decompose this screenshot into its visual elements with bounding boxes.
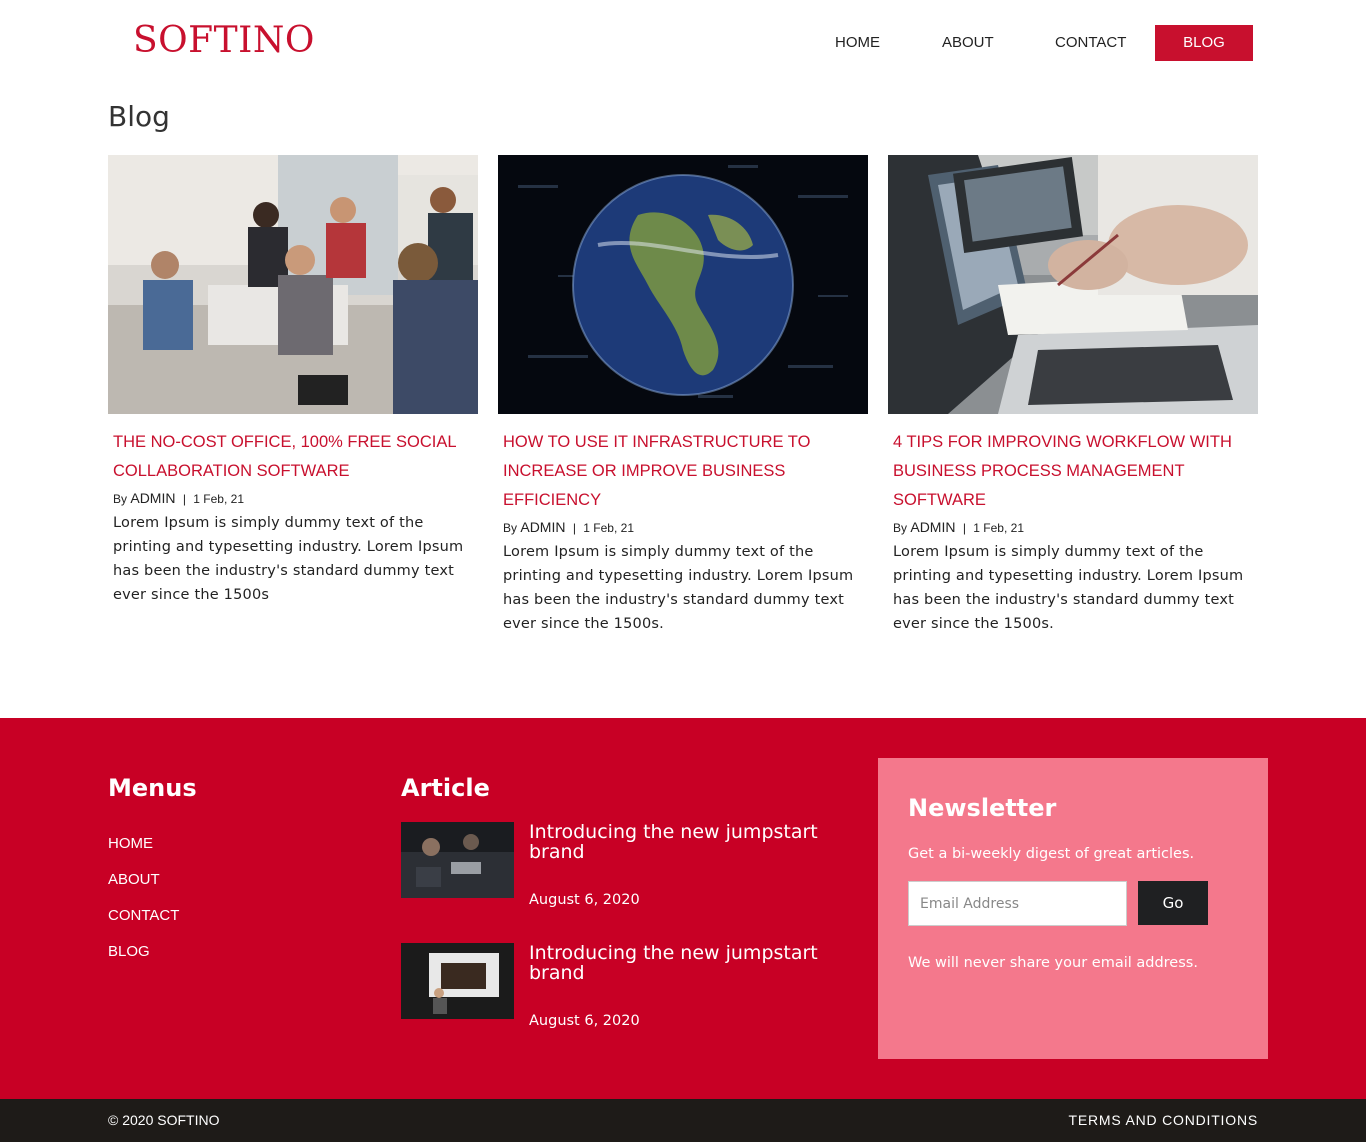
footer-menu-blog[interactable]: BLOG: [108, 943, 150, 960]
office-meeting-image[interactable]: [108, 155, 478, 414]
post-title[interactable]: 4 TIPS FOR IMPROVING WORKFLOW WITH BUSIN…: [893, 428, 1253, 515]
site-footer: Menus HOME ABOUT CONTACT BLOG Article In…: [0, 718, 1366, 1099]
email-field[interactable]: [908, 881, 1127, 926]
post-meta: By ADMIN | 1 Feb, 21: [893, 515, 1253, 540]
post-excerpt: Lorem Ipsum is simply dummy text of the …: [893, 544, 1244, 632]
post-excerpt: Lorem Ipsum is simply dummy text of the …: [113, 515, 464, 603]
footer-menu-about[interactable]: ABOUT: [108, 871, 160, 888]
post-by-label: By: [113, 492, 128, 506]
footer-menu-home[interactable]: HOME: [108, 835, 153, 852]
meta-separator: |: [962, 521, 966, 535]
laptop-workspace-image[interactable]: [888, 155, 1258, 414]
post-meta: By ADMIN | 1 Feb, 21: [503, 515, 863, 540]
footer-menu-contact[interactable]: CONTACT: [108, 907, 179, 924]
blog-card: 4 TIPS FOR IMPROVING WORKFLOW WITH BUSIN…: [888, 155, 1258, 636]
nav-blog[interactable]: BLOG: [1155, 25, 1253, 61]
post-meta: By ADMIN | 1 Feb, 21: [113, 486, 473, 511]
post-date: 1 Feb, 21: [583, 521, 634, 535]
article-title[interactable]: Introducing the new jumpstart brand: [529, 822, 849, 862]
bottom-bar: © 2020 SOFTINO TERMS AND CONDITIONS: [0, 1099, 1366, 1142]
article-heading: Article: [401, 774, 490, 802]
article-date: August 6, 2020: [529, 892, 640, 908]
article-title[interactable]: Introducing the new jumpstart brand: [529, 943, 849, 983]
nav-about[interactable]: ABOUT: [942, 25, 994, 61]
article-thumbnail[interactable]: [401, 943, 514, 1019]
post-author[interactable]: ADMIN: [910, 519, 955, 535]
post-by-label: By: [893, 521, 908, 535]
post-date: 1 Feb, 21: [193, 492, 244, 506]
site-logo[interactable]: SOFTINO: [133, 20, 315, 62]
post-by-label: By: [503, 521, 518, 535]
blog-card: THE NO-COST OFFICE, 100% FREE SOCIAL COL…: [108, 155, 478, 607]
copyright: © 2020 SOFTINO: [108, 1112, 220, 1128]
site-header: SOFTINO HOME ABOUT CONTACT BLOG: [0, 0, 1366, 86]
earth-image[interactable]: [498, 155, 868, 414]
menus-heading: Menus: [108, 774, 197, 802]
meta-separator: |: [572, 521, 576, 535]
article-date: August 6, 2020: [529, 1013, 640, 1029]
post-author[interactable]: ADMIN: [520, 519, 565, 535]
nav-contact[interactable]: CONTACT: [1055, 25, 1126, 61]
subscribe-button[interactable]: Go: [1138, 881, 1208, 925]
post-title[interactable]: HOW TO USE IT INFRASTRUCTURE TO INCREASE…: [503, 428, 863, 515]
post-excerpt: Lorem Ipsum is simply dummy text of the …: [503, 544, 854, 632]
nav-home[interactable]: HOME: [835, 25, 880, 61]
post-date: 1 Feb, 21: [973, 521, 1024, 535]
article-thumbnail[interactable]: [401, 822, 514, 898]
newsletter-box: Newsletter Get a bi-weekly digest of gre…: [878, 758, 1268, 1059]
post-title[interactable]: THE NO-COST OFFICE, 100% FREE SOCIAL COL…: [113, 428, 473, 486]
post-author[interactable]: ADMIN: [130, 490, 175, 506]
meta-separator: |: [182, 492, 186, 506]
blog-card: HOW TO USE IT INFRASTRUCTURE TO INCREASE…: [498, 155, 868, 636]
newsletter-subtitle: Get a bi-weekly digest of great articles…: [908, 846, 1195, 862]
newsletter-title: Newsletter: [908, 794, 1057, 822]
newsletter-note: We will never share your email address.: [908, 955, 1198, 971]
terms-link[interactable]: TERMS AND CONDITIONS: [1069, 1112, 1258, 1128]
page-title: Blog: [108, 100, 170, 133]
